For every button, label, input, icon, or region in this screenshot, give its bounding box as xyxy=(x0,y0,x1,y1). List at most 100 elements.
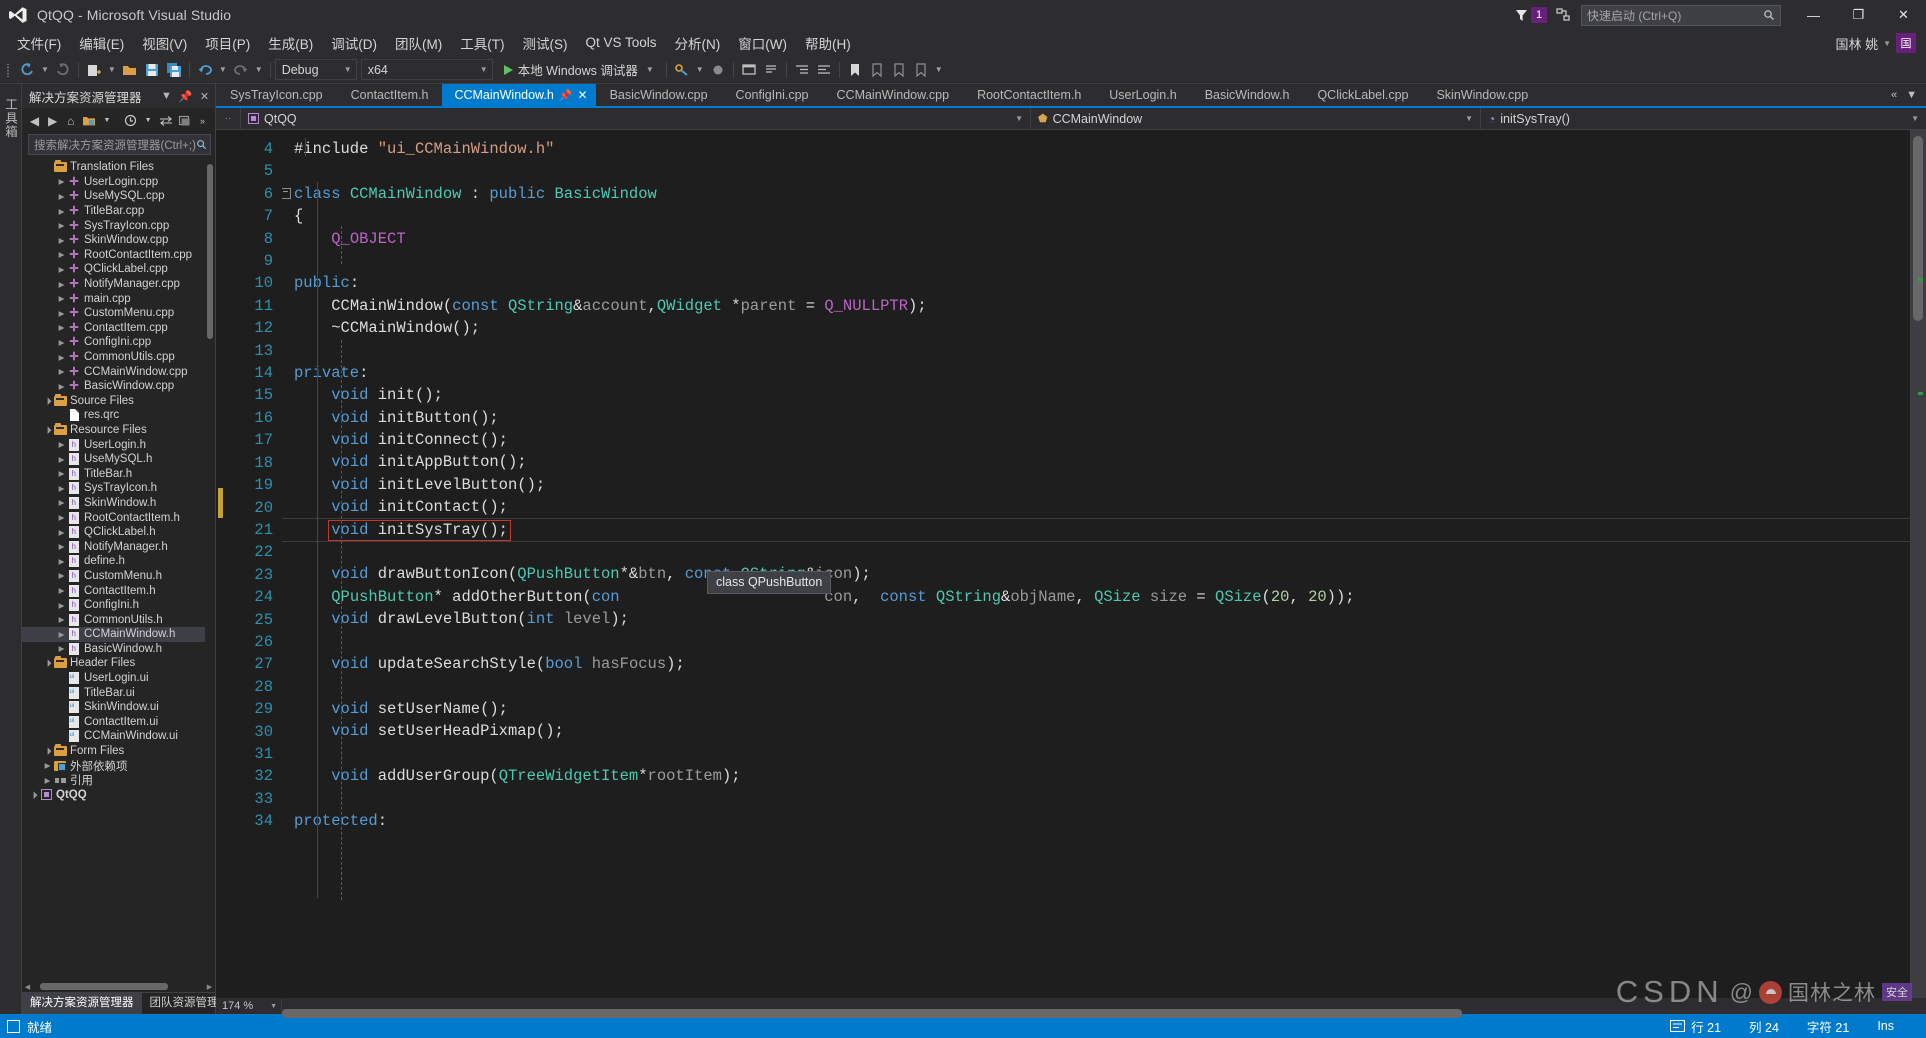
previous-bookmark-icon[interactable] xyxy=(866,59,888,81)
editor-hscroll-thumb[interactable] xyxy=(282,1009,1462,1018)
redo-icon[interactable] xyxy=(230,59,252,81)
properties-icon[interactable] xyxy=(176,111,193,130)
solution-configuration-combo[interactable]: Debug ▼ xyxy=(275,59,357,80)
tree-item[interactable]: ▶CCMainWindow.h xyxy=(22,627,215,642)
quick-launch-box[interactable]: 快速启动 (Ctrl+Q) xyxy=(1581,5,1781,26)
attach-dropdown-icon[interactable]: ▼ xyxy=(693,65,707,74)
close-tab-icon[interactable]: ✕ xyxy=(578,88,588,102)
expand-arrow-icon[interactable]: ▶ xyxy=(56,280,67,289)
expand-arrow-icon[interactable]: ▶ xyxy=(56,455,67,464)
code-line[interactable]: QPushButton* addOtherButton(con con, con… xyxy=(282,586,1910,608)
menu-tools[interactable]: 工具(T) xyxy=(451,30,513,57)
tree-item[interactable]: ▶CustomMenu.h xyxy=(22,569,215,584)
tree-item[interactable]: ContactItem.ui xyxy=(22,715,215,730)
menu-window[interactable]: 窗口(W) xyxy=(729,30,796,57)
toggle-breakpoint-icon[interactable] xyxy=(707,59,729,81)
tree-item[interactable]: ▶✛UserLogin.cpp xyxy=(22,175,215,190)
code-line[interactable]: ~CCMainWindow(); xyxy=(282,317,1910,339)
save-icon[interactable] xyxy=(141,59,163,81)
tree-item[interactable]: ▶CommonUtils.h xyxy=(22,612,215,627)
tree-item[interactable]: ▶RootContactItem.h xyxy=(22,510,215,525)
home-icon[interactable]: ⌂ xyxy=(62,111,79,130)
code-line[interactable]: private: xyxy=(282,362,1910,384)
tree-item[interactable]: ▶✛QClickLabel.cpp xyxy=(22,262,215,277)
expand-arrow-icon[interactable]: ▶ xyxy=(56,323,67,332)
expand-arrow-icon[interactable]: ▶ xyxy=(56,542,67,551)
chevron-down-icon[interactable]: ▼ xyxy=(643,65,657,74)
navbar-class-selector[interactable]: ⬟ CCMainWindow ▼ xyxy=(1030,108,1480,129)
expand-arrow-icon[interactable]: ▶ xyxy=(56,528,67,537)
editor-scroll-thumb[interactable] xyxy=(1913,136,1923,321)
expand-arrow-icon[interactable]: ▶ xyxy=(42,776,53,785)
code-line[interactable]: { xyxy=(282,205,1910,227)
code-line[interactable] xyxy=(282,787,1910,809)
menu-help[interactable]: 帮助(H) xyxy=(796,30,860,57)
code-line[interactable]: void initConnect(); xyxy=(282,429,1910,451)
code-line[interactable]: void initLevelButton(); xyxy=(282,474,1910,496)
clear-bookmarks-icon[interactable] xyxy=(910,59,932,81)
expand-arrow-icon[interactable]: ▶ xyxy=(56,586,67,595)
menu-build[interactable]: 生成(B) xyxy=(259,30,322,57)
minimize-button[interactable]: — xyxy=(1791,0,1836,30)
toolbox-tab-strip[interactable]: 工具箱 xyxy=(0,84,22,1014)
document-tab[interactable]: BasicWindow.h xyxy=(1191,84,1304,106)
expand-arrow-icon[interactable]: ▶ xyxy=(56,484,67,493)
tree-item[interactable]: ◢QtQQ xyxy=(22,788,215,803)
tree-item[interactable]: res.qrc xyxy=(22,408,215,423)
tree-item[interactable]: CCMainWindow.ui xyxy=(22,729,215,744)
solution-view-dropdown-icon[interactable]: ▼ xyxy=(98,111,115,130)
tree-item[interactable]: ▶NotifyManager.h xyxy=(22,539,215,554)
account-area[interactable]: 国林 姚 ▼ 国 xyxy=(1835,33,1926,53)
tree-item[interactable]: TitleBar.ui xyxy=(22,685,215,700)
tree-item[interactable]: ◢Source Files xyxy=(22,394,215,409)
expand-arrow-icon[interactable]: ▶ xyxy=(56,615,67,624)
code-line[interactable]: void initSysTray(); xyxy=(282,519,1910,541)
tree-item[interactable]: ▶✛CommonUtils.cpp xyxy=(22,350,215,365)
indent-icon[interactable] xyxy=(813,59,835,81)
tree-item[interactable]: ▶✛UseMySQL.cpp xyxy=(22,189,215,204)
tree-item[interactable]: ▶外部依赖项 xyxy=(22,758,215,773)
expand-arrow-icon[interactable]: ▶ xyxy=(56,309,67,318)
pending-changes-icon[interactable] xyxy=(121,111,138,130)
scroll-left-icon[interactable]: ◀ xyxy=(22,981,33,992)
expand-arrow-icon[interactable]: ▶ xyxy=(56,192,67,201)
expand-arrow-icon[interactable]: ▶ xyxy=(56,571,67,580)
expand-arrow-icon[interactable]: ▶ xyxy=(56,338,67,347)
scroll-tabs-left-icon[interactable]: « xyxy=(1891,89,1897,101)
redo-dropdown-icon[interactable]: ▼ xyxy=(252,65,266,74)
expand-arrow-icon[interactable]: ▶ xyxy=(56,265,67,274)
tree-item[interactable]: ◢Header Files xyxy=(22,656,215,671)
code-line[interactable]: class CCMainWindow : public BasicWindow− xyxy=(282,183,1910,205)
document-tab-active[interactable]: CCMainWindow.h📌✕ xyxy=(442,84,595,106)
solution-tree-scroll-thumb[interactable] xyxy=(207,164,213,339)
tree-item[interactable]: ▶✛CCMainWindow.cpp xyxy=(22,364,215,379)
expand-arrow-icon[interactable]: ▶ xyxy=(56,177,67,186)
tree-item[interactable]: ▶SysTrayIcon.h xyxy=(22,481,215,496)
expand-arrow-icon[interactable]: ▶ xyxy=(56,513,67,522)
solution-tree-scrollbar[interactable] xyxy=(205,158,215,981)
tree-item[interactable]: ▶✛main.cpp xyxy=(22,291,215,306)
menu-test[interactable]: 测试(S) xyxy=(514,30,577,57)
code-line[interactable]: void initAppButton(); xyxy=(282,451,1910,473)
outdent-icon[interactable] xyxy=(791,59,813,81)
code-line[interactable]: void updateSearchStyle(bool hasFocus); xyxy=(282,653,1910,675)
expand-arrow-icon[interactable]: ▶ xyxy=(56,250,67,259)
code-line[interactable]: void setUserName(); xyxy=(282,698,1910,720)
code-line[interactable]: void setUserHeadPixmap(); xyxy=(282,720,1910,742)
tree-item[interactable]: ▶✛SysTrayIcon.cpp xyxy=(22,218,215,233)
code-line[interactable]: void drawButtonIcon(QPushButton*&btn, co… xyxy=(282,563,1910,585)
document-tab[interactable]: ConfigIni.cpp xyxy=(722,84,823,106)
menu-team[interactable]: 团队(M) xyxy=(386,30,451,57)
tree-item[interactable]: ▶ContactItem.h xyxy=(22,583,215,598)
close-button[interactable]: ✕ xyxy=(1881,0,1926,30)
menu-debug[interactable]: 调试(D) xyxy=(322,30,386,57)
code-line[interactable] xyxy=(282,743,1910,765)
code-line[interactable] xyxy=(282,340,1910,362)
document-tab[interactable]: CCMainWindow.cpp xyxy=(823,84,964,106)
tree-item[interactable]: ▶UseMySQL.h xyxy=(22,452,215,467)
navbar-project-selector[interactable]: QtQQ ▼ xyxy=(240,108,1030,129)
expand-arrow-icon[interactable]: ▶ xyxy=(56,469,67,478)
menu-file[interactable]: 文件(F) xyxy=(8,30,70,57)
tree-item[interactable]: ▶引用 xyxy=(22,773,215,788)
navigate-backward-icon[interactable] xyxy=(16,59,38,81)
